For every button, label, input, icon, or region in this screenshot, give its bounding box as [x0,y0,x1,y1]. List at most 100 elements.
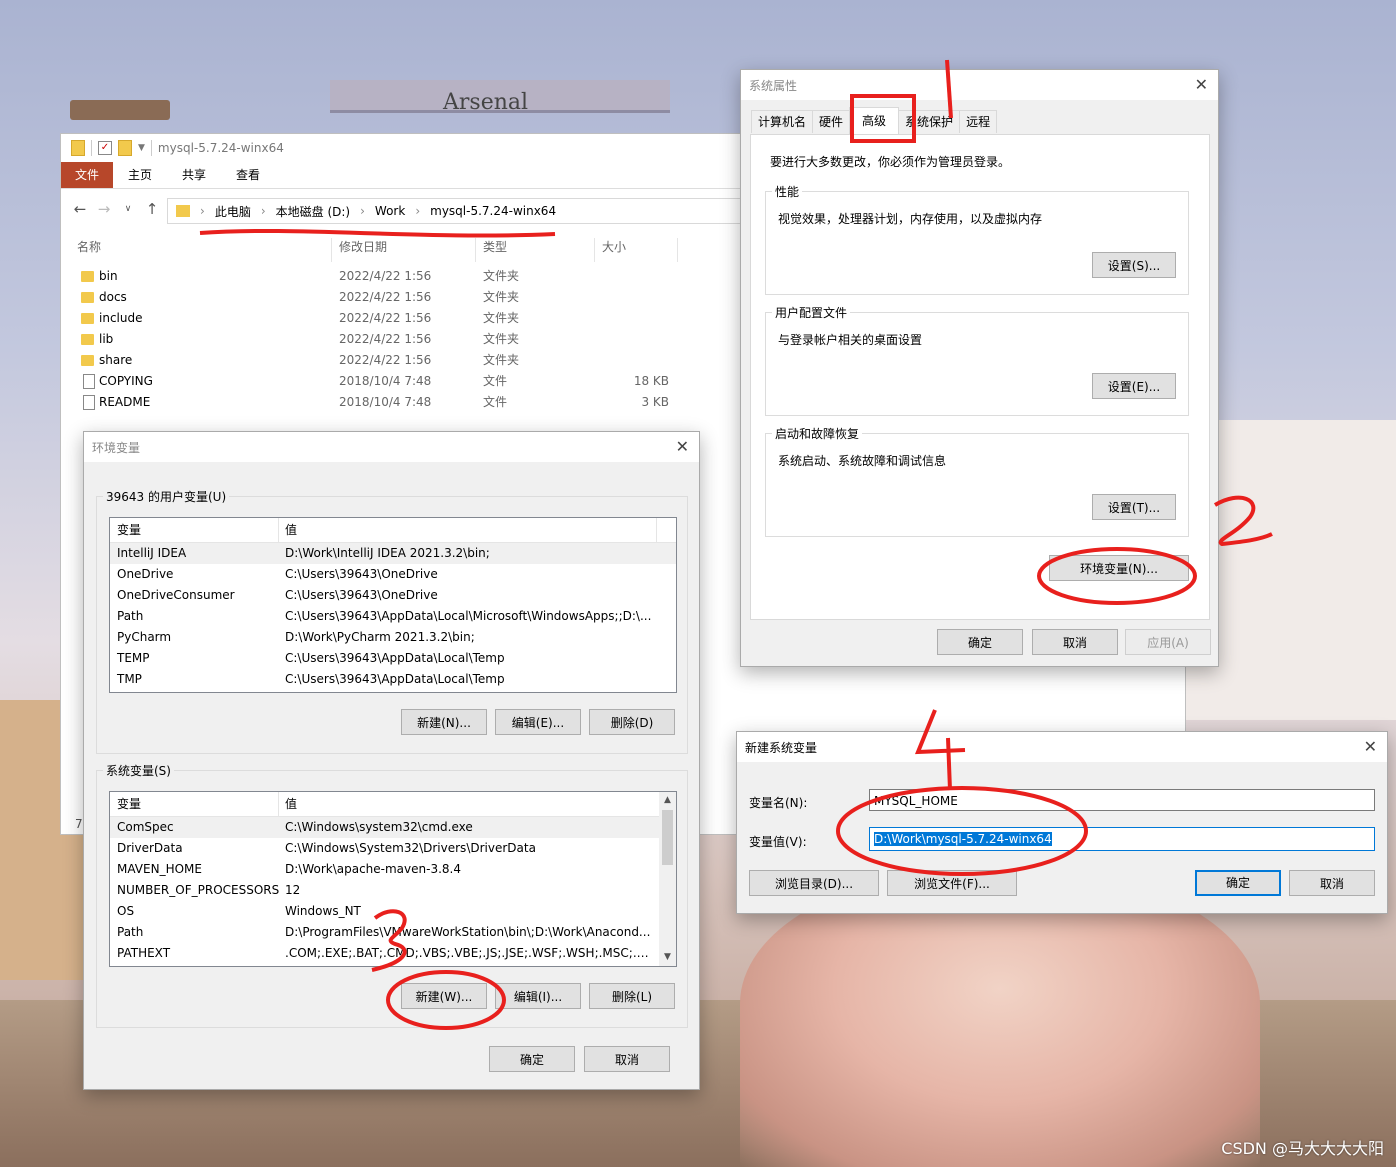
col-name[interactable]: 名称 [77,238,101,255]
col-value[interactable]: 值 [285,518,297,542]
file-icon [83,374,95,389]
system-variables-list[interactable]: 变量 值 ComSpec C:\Windows\system32\cmd.exe D… [109,791,677,967]
variable-row[interactable]: IntelliJ IDEA D:\Work\IntelliJ IDEA 2021.… [110,543,676,564]
user-delete-button[interactable]: 删除(D) [589,709,675,735]
variable-row[interactable]: PyCharm D:\Work\PyCharm 2021.3.2\bin; [110,627,676,648]
variable-name: OS [117,904,135,918]
environment-variables-button[interactable]: 环境变量(N)... [1049,555,1189,581]
variable-name: IntelliJ IDEA [117,546,187,560]
variable-row[interactable]: OneDriveConsumer C:\Users\39643\OneDrive [110,585,676,606]
tab-share[interactable]: 共享 [167,162,221,188]
column-divider[interactable] [475,238,476,262]
variable-value-input[interactable]: D:\Work\mysql-5.7.24-winx64 [869,827,1375,851]
cancel-button[interactable]: 取消 [1289,870,1375,896]
properties-icon[interactable]: ✓ [98,141,112,155]
variable-row[interactable]: Path D:\ProgramFiles\VMwareWorkStation\bi… [110,922,659,943]
close-icon[interactable]: ✕ [676,437,689,456]
ok-button[interactable]: 确定 [937,629,1023,655]
divider [150,140,152,156]
system-edit-button[interactable]: 编辑(I)... [495,983,581,1009]
variable-value: C:\Windows\system32\cmd.exe [285,820,473,834]
breadcrumb-this-pc[interactable]: 此电脑 [215,203,251,220]
variable-name: MAVEN_HOME [117,862,202,876]
variable-row[interactable]: OS Windows_NT [110,901,659,922]
close-icon[interactable]: ✕ [1195,75,1208,94]
column-divider[interactable] [677,238,678,262]
cancel-button[interactable]: 取消 [1032,629,1118,655]
variable-row[interactable]: MAVEN_HOME D:\Work\apache-maven-3.8.4 [110,859,659,880]
chevron-right-icon[interactable]: › [261,204,266,218]
ok-button[interactable]: 确定 [1195,870,1281,896]
column-divider[interactable] [278,792,279,816]
system-delete-button[interactable]: 删除(L) [589,983,675,1009]
scroll-thumb[interactable] [662,810,673,865]
tab-hardware[interactable]: 硬件 [812,110,851,133]
startup-recovery-settings-button[interactable]: 设置(T)... [1092,494,1176,520]
user-variables-list[interactable]: 变量 值 IntelliJ IDEA D:\Work\IntelliJ IDEA … [109,517,677,693]
variable-row[interactable]: TMP C:\Users\39643\AppData\Local\Temp [110,669,676,690]
col-variable[interactable]: 变量 [117,518,141,542]
variable-value: C:\Users\39643\AppData\Local\Microsoft\W… [285,609,652,623]
up-arrow-icon[interactable]: ↑ [145,200,159,218]
quick-access-dropdown-icon[interactable]: ▼ [138,143,145,153]
back-arrow-icon[interactable]: ← [73,200,87,218]
breadcrumb-mysql[interactable]: mysql-5.7.24-winx64 [430,204,556,218]
chevron-right-icon[interactable]: › [360,204,365,218]
tab-file[interactable]: 文件 [61,162,114,188]
col-size[interactable]: 大小 [602,238,626,255]
vertical-scrollbar[interactable]: ▲ ▼ [659,792,676,966]
variable-row[interactable]: OneDrive C:\Users\39643\OneDrive [110,564,676,585]
apply-button[interactable]: 应用(A) [1125,629,1211,655]
variable-name: NUMBER_OF_PROCESSORS [117,883,280,897]
variable-row[interactable]: PATHEXT .COM;.EXE;.BAT;.CMD;.VBS;.VBE;.JS… [110,943,659,964]
column-divider[interactable] [278,518,279,542]
column-divider[interactable] [656,518,657,542]
ok-button[interactable]: 确定 [489,1046,575,1072]
variable-value: C:\Users\39643\OneDrive [285,588,438,602]
wallpaper-text: Arsenal [443,90,529,115]
chevron-right-icon[interactable]: › [200,204,205,218]
tab-view[interactable]: 查看 [221,162,275,188]
browse-directory-button[interactable]: 浏览目录(D)... [749,870,879,896]
variable-name: PyCharm [117,630,172,644]
column-divider[interactable] [594,238,595,262]
variable-row[interactable]: DriverData C:\Windows\System32\Drivers\Dr… [110,838,659,859]
user-edit-button[interactable]: 编辑(E)... [495,709,581,735]
variable-name: Path [117,925,144,939]
chevron-right-icon[interactable]: › [415,204,420,218]
performance-settings-button[interactable]: 设置(S)... [1092,252,1176,278]
variable-name: DriverData [117,841,183,855]
scroll-up-icon[interactable]: ▲ [659,792,676,809]
variable-value: C:\Users\39643\AppData\Local\Temp [285,672,505,686]
tab-system-protection[interactable]: 系统保护 [898,110,961,133]
tab-remote[interactable]: 远程 [959,110,998,133]
tab-computer-name[interactable]: 计算机名 [751,110,814,133]
forward-arrow-icon[interactable]: → [97,200,111,218]
divider [91,140,92,156]
user-profiles-settings-button[interactable]: 设置(E)... [1092,373,1176,399]
col-date[interactable]: 修改日期 [339,238,387,255]
variable-row[interactable]: ComSpec C:\Windows\system32\cmd.exe [110,817,659,838]
col-variable[interactable]: 变量 [117,792,141,816]
variable-row[interactable]: NUMBER_OF_PROCESSORS 12 [110,880,659,901]
browse-file-button[interactable]: 浏览文件(F)... [887,870,1017,896]
breadcrumb-work[interactable]: Work [375,204,405,218]
variable-name-input[interactable]: MYSQL_HOME [869,789,1375,811]
folder-icon [81,313,94,324]
column-divider[interactable] [331,238,332,262]
close-icon[interactable]: ✕ [1364,737,1377,756]
tab-advanced[interactable]: 高级 [849,107,900,134]
system-new-button[interactable]: 新建(W)... [401,983,487,1009]
file-type: 文件 [483,395,508,409]
tab-home[interactable]: 主页 [113,162,167,188]
col-value[interactable]: 值 [285,792,297,816]
variable-row[interactable]: Path C:\Users\39643\AppData\Local\Microso… [110,606,676,627]
col-type[interactable]: 类型 [483,238,507,255]
cancel-button[interactable]: 取消 [584,1046,670,1072]
breadcrumb-drive[interactable]: 本地磁盘 (D:) [276,203,350,220]
scroll-down-icon[interactable]: ▼ [659,949,676,966]
user-new-button[interactable]: 新建(N)... [401,709,487,735]
recent-dropdown-icon[interactable]: ∨ [121,204,135,214]
variable-row[interactable]: TEMP C:\Users\39643\AppData\Local\Temp [110,648,676,669]
new-folder-icon[interactable] [118,140,132,156]
